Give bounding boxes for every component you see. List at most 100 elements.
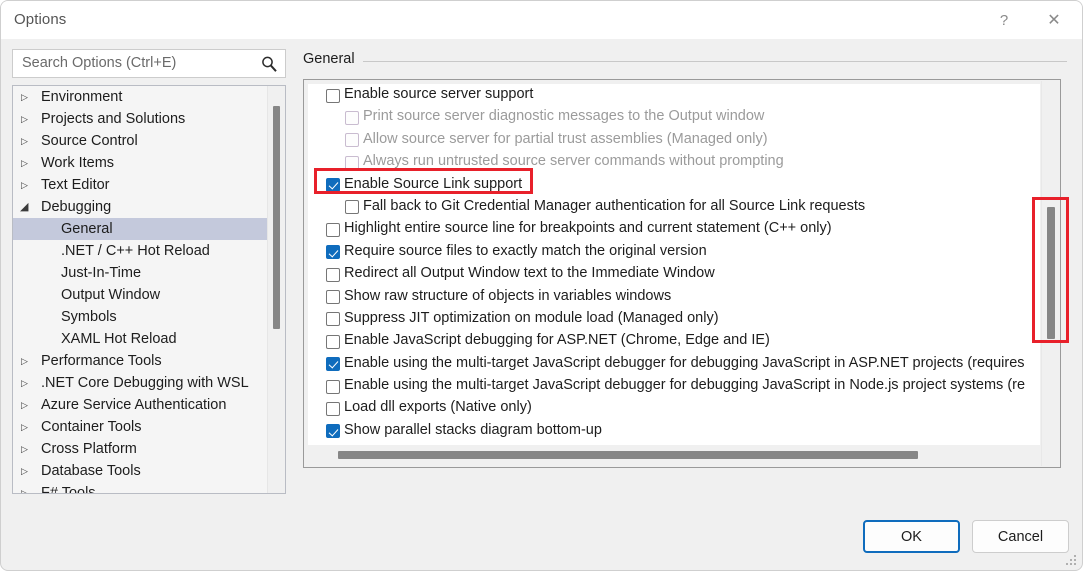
options-checkbox-list: Enable source server support Print source… bbox=[308, 84, 1040, 445]
chevron-right-icon[interactable]: ▷ bbox=[21, 86, 33, 108]
options-horizontal-scrollbar[interactable] bbox=[308, 447, 1040, 463]
tree-item-general[interactable]: General bbox=[13, 218, 267, 240]
tree-item-label: Container Tools bbox=[41, 419, 142, 435]
tree-item-azure-service-authentication[interactable]: ▷ Azure Service Authentication bbox=[13, 394, 267, 416]
checkbox-unchecked-icon[interactable] bbox=[345, 110, 359, 125]
chevron-right-icon[interactable]: ▷ bbox=[21, 438, 33, 460]
tree-item-debugging[interactable]: ◢ Debugging bbox=[13, 196, 267, 218]
chevron-right-icon[interactable]: ▷ bbox=[21, 460, 33, 482]
ok-button-label: OK bbox=[901, 528, 922, 545]
option-row[interactable]: Enable Source Link support bbox=[308, 174, 1040, 196]
checkbox-checked-icon[interactable] bbox=[326, 424, 340, 439]
tree-item-xaml-hot-reload[interactable]: XAML Hot Reload bbox=[13, 328, 267, 350]
chevron-right-icon[interactable]: ▷ bbox=[21, 416, 33, 438]
options-vertical-scrollbar-thumb[interactable] bbox=[1047, 207, 1055, 339]
options-horizontal-scrollbar-thumb[interactable] bbox=[338, 451, 918, 459]
tree-item-symbols[interactable]: Symbols bbox=[13, 306, 267, 328]
tree-item-net-c-hot-reload[interactable]: .NET / C++ Hot Reload bbox=[13, 240, 267, 262]
chevron-right-icon[interactable]: ▷ bbox=[21, 130, 33, 152]
tree-list: ▷ Environment ▷ Projects and Solutions ▷ Sour… bbox=[13, 86, 267, 493]
option-row[interactable]: Enable using the multi-target JavaScript… bbox=[308, 375, 1040, 397]
option-row[interactable]: Redirect all Output Window text to the I… bbox=[308, 263, 1040, 285]
ok-button[interactable]: OK bbox=[863, 520, 960, 553]
resize-grip-dot bbox=[1074, 559, 1076, 561]
tree-item-projects-and-solutions[interactable]: ▷ Projects and Solutions bbox=[13, 108, 267, 130]
option-row[interactable]: Enable source server support bbox=[308, 84, 1040, 106]
option-label: Highlight entire source line for breakpo… bbox=[344, 220, 832, 237]
checkbox-unchecked-icon[interactable] bbox=[326, 379, 340, 394]
tree-item-label: .NET / C++ Hot Reload bbox=[61, 243, 210, 259]
tree-item-cross-platform[interactable]: ▷ Cross Platform bbox=[13, 438, 267, 460]
tree-item-label: Performance Tools bbox=[41, 353, 162, 369]
page-title: General bbox=[303, 51, 355, 67]
search-icon[interactable] bbox=[259, 54, 279, 74]
checkbox-unchecked-icon[interactable] bbox=[345, 200, 359, 215]
chevron-right-icon[interactable]: ▷ bbox=[21, 152, 33, 174]
tree-item-database-tools[interactable]: ▷ Database Tools bbox=[13, 460, 267, 482]
checkbox-unchecked-icon[interactable] bbox=[326, 401, 340, 416]
chevron-right-icon[interactable]: ▷ bbox=[21, 174, 33, 196]
search-input[interactable]: Search Options (Ctrl+E) bbox=[12, 49, 286, 78]
close-button[interactable]: ✕ bbox=[1031, 1, 1077, 39]
option-label: Show parallel stacks diagram bottom-up bbox=[344, 421, 602, 438]
checkbox-unchecked-icon[interactable] bbox=[326, 88, 340, 103]
option-row[interactable]: Fall back to Git Credential Manager auth… bbox=[308, 196, 1040, 218]
checkbox-checked-icon[interactable] bbox=[326, 357, 340, 372]
chevron-right-icon[interactable]: ▷ bbox=[21, 350, 33, 372]
cancel-button-label: Cancel bbox=[997, 528, 1044, 545]
option-label: Suppress JIT optimization on module load… bbox=[344, 309, 719, 326]
options-panel: Enable source server support Print source… bbox=[303, 79, 1061, 468]
chevron-right-icon[interactable]: ▷ bbox=[21, 372, 33, 394]
tree-item-work-items[interactable]: ▷ Work Items bbox=[13, 152, 267, 174]
question-mark-icon: ? bbox=[999, 11, 1009, 29]
tree-item-source-control[interactable]: ▷ Source Control bbox=[13, 130, 267, 152]
checkbox-unchecked-icon[interactable] bbox=[326, 312, 340, 327]
tree-scrollbar-thumb[interactable] bbox=[273, 106, 280, 329]
option-label: Load dll exports (Native only) bbox=[344, 399, 532, 416]
option-label: Enable Source Link support bbox=[344, 175, 523, 192]
resize-grip-dot bbox=[1074, 555, 1076, 557]
chevron-right-icon[interactable]: ▷ bbox=[21, 482, 33, 493]
checkbox-unchecked-icon[interactable] bbox=[345, 133, 359, 148]
tree-item-f-tools[interactable]: ▷ F# Tools bbox=[13, 482, 267, 493]
option-row[interactable]: Always run untrusted source server comma… bbox=[308, 151, 1040, 173]
tree-item-just-in-time[interactable]: Just-In-Time bbox=[13, 262, 267, 284]
tree-item-container-tools[interactable]: ▷ Container Tools bbox=[13, 416, 267, 438]
resize-grip-dot bbox=[1066, 563, 1068, 565]
checkbox-unchecked-icon[interactable] bbox=[326, 290, 340, 305]
option-label: Ignore GPU memory access exceptions if t… bbox=[344, 444, 867, 445]
option-row[interactable]: Show parallel stacks diagram bottom-up bbox=[308, 420, 1040, 442]
checkbox-unchecked-icon[interactable] bbox=[345, 155, 359, 170]
option-row[interactable]: Require source files to exactly match th… bbox=[308, 241, 1040, 263]
checkbox-checked-icon[interactable] bbox=[326, 245, 340, 260]
options-category-tree[interactable]: ▷ Environment ▷ Projects and Solutions ▷ Sour… bbox=[12, 85, 286, 494]
checkbox-checked-icon[interactable] bbox=[326, 178, 340, 193]
tree-vertical-scrollbar[interactable] bbox=[267, 86, 285, 493]
help-button[interactable]: ? bbox=[981, 1, 1027, 39]
option-row[interactable]: Show raw structure of objects in variabl… bbox=[308, 286, 1040, 308]
option-row[interactable]: Suppress JIT optimization on module load… bbox=[308, 308, 1040, 330]
tree-item-label: .NET Core Debugging with WSL bbox=[41, 375, 249, 391]
cancel-button[interactable]: Cancel bbox=[972, 520, 1069, 553]
option-row[interactable]: Allow source server for partial trust as… bbox=[308, 129, 1040, 151]
option-row[interactable]: Enable JavaScript debugging for ASP.NET … bbox=[308, 330, 1040, 352]
options-vertical-scrollbar[interactable] bbox=[1041, 81, 1059, 466]
tree-item-text-editor[interactable]: ▷ Text Editor bbox=[13, 174, 267, 196]
checkbox-unchecked-icon[interactable] bbox=[326, 334, 340, 349]
option-row[interactable]: Highlight entire source line for breakpo… bbox=[308, 218, 1040, 240]
option-row[interactable]: Load dll exports (Native only) bbox=[308, 397, 1040, 419]
tree-item-environment[interactable]: ▷ Environment bbox=[13, 86, 267, 108]
resize-grip[interactable] bbox=[1066, 555, 1078, 567]
tree-item-output-window[interactable]: Output Window bbox=[13, 284, 267, 306]
option-row[interactable]: Enable using the multi-target JavaScript… bbox=[308, 353, 1040, 375]
chevron-right-icon[interactable]: ▷ bbox=[21, 108, 33, 130]
checkbox-unchecked-icon[interactable] bbox=[326, 267, 340, 282]
checkbox-unchecked-icon[interactable] bbox=[326, 222, 340, 237]
option-row[interactable]: Ignore GPU memory access exceptions if t… bbox=[308, 442, 1040, 445]
tree-item-net-core-debugging-with-wsl[interactable]: ▷ .NET Core Debugging with WSL bbox=[13, 372, 267, 394]
tree-item-performance-tools[interactable]: ▷ Performance Tools bbox=[13, 350, 267, 372]
chevron-right-icon[interactable]: ▷ bbox=[21, 394, 33, 416]
chevron-down-icon[interactable]: ◢ bbox=[20, 196, 32, 218]
option-row[interactable]: Print source server diagnostic messages … bbox=[308, 106, 1040, 128]
close-icon: ✕ bbox=[1047, 12, 1061, 29]
